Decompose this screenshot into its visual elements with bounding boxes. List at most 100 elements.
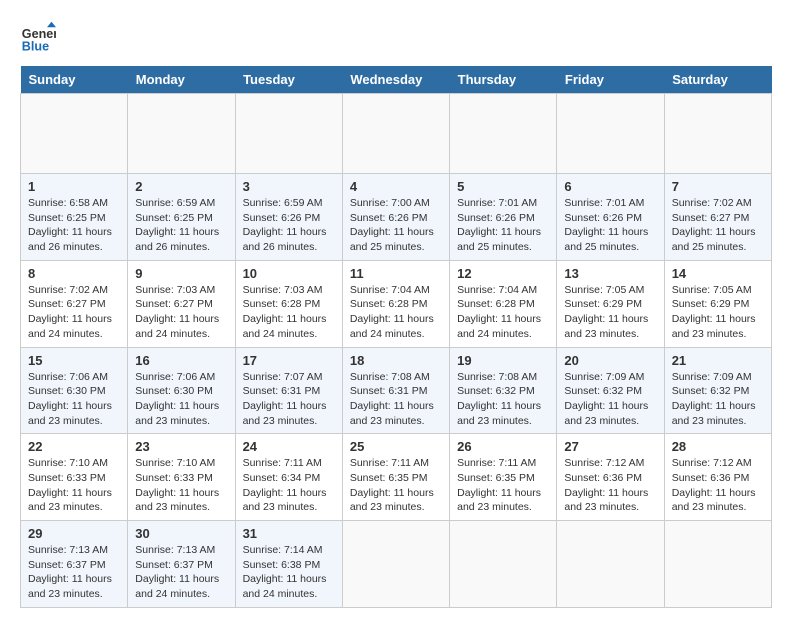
calendar-header-row: SundayMondayTuesdayWednesdayThursdayFrid… — [21, 66, 772, 94]
day-detail: Sunrise: 7:02 AMSunset: 6:27 PMDaylight:… — [672, 196, 764, 255]
calendar-cell: 27 Sunrise: 7:12 AMSunset: 6:36 PMDayligh… — [557, 434, 664, 521]
calendar-cell: 11Sunrise: 7:04 AMSunset: 6:28 PMDayligh… — [342, 260, 449, 347]
calendar-cell — [21, 94, 128, 174]
calendar-cell: 13 Sunrise: 7:05 AMSunset: 6:29 PMDayligh… — [557, 260, 664, 347]
calendar-cell: 28Sunrise: 7:12 AMSunset: 6:36 PMDayligh… — [664, 434, 771, 521]
calendar-cell: 22Sunrise: 7:10 AMSunset: 6:33 PMDayligh… — [21, 434, 128, 521]
day-header-monday: Monday — [128, 66, 235, 94]
calendar-week-row: 29 Sunrise: 7:13 AMSunset: 6:37 PMDayligh… — [21, 521, 772, 608]
calendar-cell: 30 Sunrise: 7:13 AMSunset: 6:37 PMDayligh… — [128, 521, 235, 608]
day-detail: Sunrise: 7:04 AMSunset: 6:28 PMDaylight:… — [457, 283, 549, 342]
calendar-cell: 23Sunrise: 7:10 AMSunset: 6:33 PMDayligh… — [128, 434, 235, 521]
day-detail: Sunrise: 7:08 AMSunset: 6:32 PMDaylight:… — [457, 370, 549, 429]
day-detail: Sunrise: 7:06 AMSunset: 6:30 PMDaylight:… — [135, 370, 227, 429]
day-detail: Sunrise: 6:58 AMSunset: 6:25 PMDaylight:… — [28, 196, 120, 255]
calendar-cell: 9 Sunrise: 7:03 AMSunset: 6:27 PMDaylight… — [128, 260, 235, 347]
day-detail: Sunrise: 7:02 AMSunset: 6:27 PMDaylight:… — [28, 283, 120, 342]
day-detail: Sunrise: 6:59 AMSunset: 6:25 PMDaylight:… — [135, 196, 227, 255]
calendar-table: SundayMondayTuesdayWednesdayThursdayFrid… — [20, 66, 772, 608]
day-detail: Sunrise: 7:05 AMSunset: 6:29 PMDaylight:… — [564, 283, 656, 342]
calendar-cell: 8 Sunrise: 7:02 AMSunset: 6:27 PMDaylight… — [21, 260, 128, 347]
day-detail: Sunrise: 7:01 AMSunset: 6:26 PMDaylight:… — [457, 196, 549, 255]
calendar-week-row — [21, 94, 772, 174]
day-detail: Sunrise: 7:09 AMSunset: 6:32 PMDaylight:… — [672, 370, 764, 429]
calendar-week-row: 8 Sunrise: 7:02 AMSunset: 6:27 PMDaylight… — [21, 260, 772, 347]
day-detail: Sunrise: 7:06 AMSunset: 6:30 PMDaylight:… — [28, 370, 120, 429]
calendar-cell: 24 Sunrise: 7:11 AMSunset: 6:34 PMDayligh… — [235, 434, 342, 521]
calendar-cell: 20 Sunrise: 7:09 AMSunset: 6:32 PMDayligh… — [557, 347, 664, 434]
day-number: 12 — [457, 266, 549, 281]
day-number: 13 — [564, 266, 656, 281]
day-header-tuesday: Tuesday — [235, 66, 342, 94]
day-header-wednesday: Wednesday — [342, 66, 449, 94]
calendar-cell: 29Sunrise: 7:13 AMSunset: 6:37 PMDayligh… — [21, 521, 128, 608]
calendar-cell: 31Sunrise: 7:14 AMSunset: 6:38 PMDayligh… — [235, 521, 342, 608]
calendar-week-row: 15Sunrise: 7:06 AMSunset: 6:30 PMDayligh… — [21, 347, 772, 434]
day-detail: Sunrise: 7:01 AMSunset: 6:26 PMDaylight:… — [564, 196, 656, 255]
calendar-cell: 3 Sunrise: 6:59 AMSunset: 6:26 PMDaylight… — [235, 174, 342, 261]
day-detail: Sunrise: 7:08 AMSunset: 6:31 PMDaylight:… — [350, 370, 442, 429]
calendar-cell — [128, 94, 235, 174]
calendar-cell — [342, 521, 449, 608]
calendar-cell: 21Sunrise: 7:09 AMSunset: 6:32 PMDayligh… — [664, 347, 771, 434]
day-number: 27 — [564, 439, 656, 454]
calendar-cell: 6 Sunrise: 7:01 AMSunset: 6:26 PMDaylight… — [557, 174, 664, 261]
calendar-cell — [235, 94, 342, 174]
day-detail: Sunrise: 7:00 AMSunset: 6:26 PMDaylight:… — [350, 196, 442, 255]
calendar-cell: 14 Sunrise: 7:05 AMSunset: 6:29 PMDayligh… — [664, 260, 771, 347]
day-detail: Sunrise: 7:09 AMSunset: 6:32 PMDaylight:… — [564, 370, 656, 429]
day-number: 16 — [135, 353, 227, 368]
day-detail: Sunrise: 7:03 AMSunset: 6:27 PMDaylight:… — [135, 283, 227, 342]
day-detail: Sunrise: 7:11 AMSunset: 6:34 PMDaylight:… — [243, 456, 335, 515]
calendar-cell: 1 Sunrise: 6:58 AMSunset: 6:25 PMDaylight… — [21, 174, 128, 261]
day-number: 18 — [350, 353, 442, 368]
day-number: 4 — [350, 179, 442, 194]
day-header-saturday: Saturday — [664, 66, 771, 94]
page-header: General Blue — [20, 20, 772, 56]
calendar-cell — [450, 521, 557, 608]
day-detail: Sunrise: 7:11 AMSunset: 6:35 PMDaylight:… — [350, 456, 442, 515]
day-number: 10 — [243, 266, 335, 281]
day-number: 31 — [243, 526, 335, 541]
day-number: 2 — [135, 179, 227, 194]
day-detail: Sunrise: 7:11 AMSunset: 6:35 PMDaylight:… — [457, 456, 549, 515]
day-number: 7 — [672, 179, 764, 194]
day-number: 3 — [243, 179, 335, 194]
day-number: 8 — [28, 266, 120, 281]
day-number: 11 — [350, 266, 442, 281]
day-number: 22 — [28, 439, 120, 454]
calendar-cell: 15Sunrise: 7:06 AMSunset: 6:30 PMDayligh… — [21, 347, 128, 434]
day-detail: Sunrise: 7:13 AMSunset: 6:37 PMDaylight:… — [135, 543, 227, 602]
calendar-cell: 26Sunrise: 7:11 AMSunset: 6:35 PMDayligh… — [450, 434, 557, 521]
day-header-sunday: Sunday — [21, 66, 128, 94]
calendar-cell — [664, 94, 771, 174]
calendar-cell — [450, 94, 557, 174]
day-number: 14 — [672, 266, 764, 281]
day-number: 6 — [564, 179, 656, 194]
day-detail: Sunrise: 6:59 AMSunset: 6:26 PMDaylight:… — [243, 196, 335, 255]
calendar-cell: 5Sunrise: 7:01 AMSunset: 6:26 PMDaylight… — [450, 174, 557, 261]
day-number: 30 — [135, 526, 227, 541]
day-number: 29 — [28, 526, 120, 541]
day-detail: Sunrise: 7:12 AMSunset: 6:36 PMDaylight:… — [672, 456, 764, 515]
calendar-week-row: 22Sunrise: 7:10 AMSunset: 6:33 PMDayligh… — [21, 434, 772, 521]
day-number: 24 — [243, 439, 335, 454]
day-detail: Sunrise: 7:05 AMSunset: 6:29 PMDaylight:… — [672, 283, 764, 342]
day-number: 23 — [135, 439, 227, 454]
calendar-cell: 16 Sunrise: 7:06 AMSunset: 6:30 PMDayligh… — [128, 347, 235, 434]
calendar-cell: 17Sunrise: 7:07 AMSunset: 6:31 PMDayligh… — [235, 347, 342, 434]
logo: General Blue — [20, 20, 56, 56]
calendar-cell: 19 Sunrise: 7:08 AMSunset: 6:32 PMDayligh… — [450, 347, 557, 434]
calendar-cell: 2 Sunrise: 6:59 AMSunset: 6:25 PMDaylight… — [128, 174, 235, 261]
day-number: 9 — [135, 266, 227, 281]
day-number: 19 — [457, 353, 549, 368]
calendar-cell: 10Sunrise: 7:03 AMSunset: 6:28 PMDayligh… — [235, 260, 342, 347]
day-header-thursday: Thursday — [450, 66, 557, 94]
calendar-cell: 12 Sunrise: 7:04 AMSunset: 6:28 PMDayligh… — [450, 260, 557, 347]
day-number: 25 — [350, 439, 442, 454]
day-number: 17 — [243, 353, 335, 368]
calendar-cell: 4 Sunrise: 7:00 AMSunset: 6:26 PMDaylight… — [342, 174, 449, 261]
day-number: 1 — [28, 179, 120, 194]
day-detail: Sunrise: 7:12 AMSunset: 6:36 PMDaylight:… — [564, 456, 656, 515]
day-number: 20 — [564, 353, 656, 368]
